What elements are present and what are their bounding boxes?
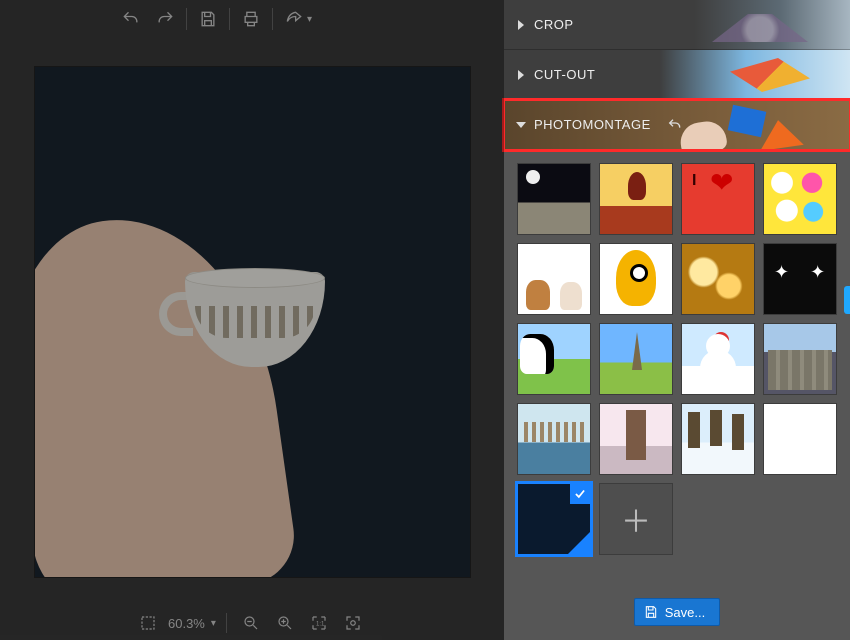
actual-size-button[interactable]: 1:1	[305, 609, 333, 637]
collapse-icon	[516, 122, 526, 128]
side-panel: CROP CUT-OUT PHOTOMONTAGE ＋	[504, 0, 850, 640]
template-autumn-tree[interactable]	[600, 164, 672, 234]
toolbar-separator	[272, 8, 273, 30]
save-file-button[interactable]	[191, 2, 225, 36]
panel-title: CROP	[534, 17, 574, 32]
template-i-love[interactable]	[682, 164, 754, 234]
panel-decorative-shapes	[700, 106, 820, 146]
plus-icon: ＋	[621, 497, 651, 541]
template-plain-white[interactable]	[764, 404, 836, 474]
panel-title: PHOTOMONTAGE	[534, 117, 651, 132]
template-winter-trees[interactable]	[682, 404, 754, 474]
expand-icon	[518, 20, 524, 30]
share-button[interactable]	[277, 2, 311, 36]
template-cherry-blossom[interactable]	[600, 404, 672, 474]
template-pets[interactable]	[518, 244, 590, 314]
template-city-skyline[interactable]	[764, 324, 836, 394]
fit-screen-button[interactable]	[339, 609, 367, 637]
panel-header-cutout[interactable]: CUT-OUT	[504, 50, 850, 100]
template-comic-bubbles[interactable]	[764, 164, 836, 234]
save-button-label: Save...	[665, 605, 705, 620]
photomontage-templates: ＋	[504, 150, 850, 590]
reset-photomontage-button[interactable]	[667, 117, 683, 133]
toolbar-separator	[229, 8, 230, 30]
panel-header-crop[interactable]: CROP	[504, 0, 850, 50]
selected-check-icon	[570, 484, 590, 504]
template-moon-surface[interactable]	[518, 164, 590, 234]
zoom-level-label: 60.3%	[168, 616, 205, 631]
redo-button[interactable]	[148, 2, 182, 36]
top-toolbar: ▾	[0, 0, 504, 38]
zoom-out-button[interactable]	[237, 609, 265, 637]
template-harbor[interactable]	[518, 404, 590, 474]
expand-icon	[518, 70, 524, 80]
editor-canvas-area	[0, 38, 504, 606]
template-snowman[interactable]	[682, 324, 754, 394]
save-button[interactable]: Save...	[634, 598, 720, 626]
zoom-dropdown-icon[interactable]: ▾	[211, 618, 216, 629]
zoom-in-button[interactable]	[271, 609, 299, 637]
panel-collapse-handle[interactable]	[844, 286, 850, 314]
template-sparkler-dark[interactable]	[764, 244, 836, 314]
template-cow-field[interactable]	[518, 324, 590, 394]
template-dark-folded-corner[interactable]	[518, 484, 590, 554]
undo-button[interactable]	[114, 2, 148, 36]
share-dropdown-icon[interactable]: ▾	[307, 14, 312, 25]
template-cartoon-monster[interactable]	[600, 244, 672, 314]
editor-canvas[interactable]	[35, 67, 470, 577]
subject-teacup	[165, 272, 325, 372]
template-golden-bokeh[interactable]	[682, 244, 754, 314]
template-eiffel-grass[interactable]	[600, 324, 672, 394]
canvas-resize-button[interactable]	[134, 609, 162, 637]
toolbar-separator	[186, 8, 187, 30]
svg-text:1:1: 1:1	[316, 621, 325, 627]
panel-header-photomontage[interactable]: PHOTOMONTAGE	[504, 100, 850, 150]
status-bar: 60.3% ▾ 1:1	[0, 606, 504, 640]
add-template-button[interactable]: ＋	[600, 484, 672, 554]
menu-button[interactable]	[6, 0, 44, 38]
print-button[interactable]	[234, 2, 268, 36]
panel-title: CUT-OUT	[534, 67, 595, 82]
